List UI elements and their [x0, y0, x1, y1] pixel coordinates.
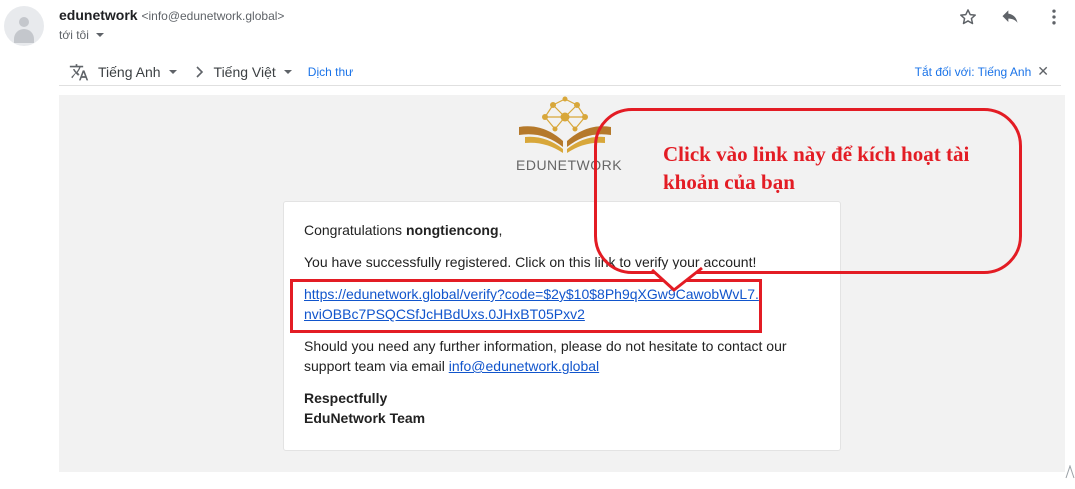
chevron-down-icon [168, 69, 177, 74]
chevron-right-icon [195, 65, 203, 78]
source-language-select[interactable]: Tiếng Anh [98, 64, 177, 80]
greeting-text: Congratulations [304, 222, 403, 238]
callout-text: Click vào link này để kích hoạt tài khoả… [663, 142, 970, 194]
signoff: Respectfully [304, 390, 388, 406]
sender-info: edunetwork <info@edunetwork.global> [59, 7, 284, 23]
source-language-label: Tiếng Anh [98, 63, 161, 80]
chevron-down-icon [283, 69, 292, 74]
more-vert-icon[interactable] [1043, 6, 1065, 28]
turn-off-translation[interactable]: Tắt đối với: Tiếng Anh ✕ [915, 63, 1049, 80]
sender-avatar [4, 6, 44, 46]
sender-name: edunetwork [59, 7, 138, 23]
team-name: EduNetwork Team [304, 410, 426, 426]
reply-icon[interactable] [999, 6, 1021, 28]
translate-icon [69, 63, 89, 80]
translate-bar: Tiếng Anh Tiếng Việt Dịch thư Tắt đối vớ… [59, 58, 1061, 86]
username: nongtiencong [405, 222, 499, 238]
target-language-label: Tiếng Việt [213, 63, 276, 80]
recipient-label: tới tôi [59, 28, 89, 42]
scroll-indicator-icon [1065, 465, 1075, 479]
close-icon[interactable]: ✕ [1037, 63, 1049, 80]
sender-email: <info@edunetwork.global> [141, 9, 285, 23]
header-actions [955, 6, 1075, 26]
chevron-down-icon [95, 33, 104, 37]
greeting-end: , [498, 222, 503, 238]
translate-message-link[interactable]: Dịch thư [308, 65, 353, 79]
support-message: Should you need any further information,… [304, 336, 820, 376]
target-language-select[interactable]: Tiếng Việt [214, 64, 292, 80]
star-icon[interactable] [957, 6, 979, 28]
recipient-toggle[interactable]: tới tôi [59, 28, 104, 42]
contact-email-link[interactable]: info@edunetwork.global [449, 358, 599, 374]
callout-tail [650, 266, 703, 292]
turn-off-label: Tắt đối với: Tiếng Anh [914, 64, 1032, 79]
